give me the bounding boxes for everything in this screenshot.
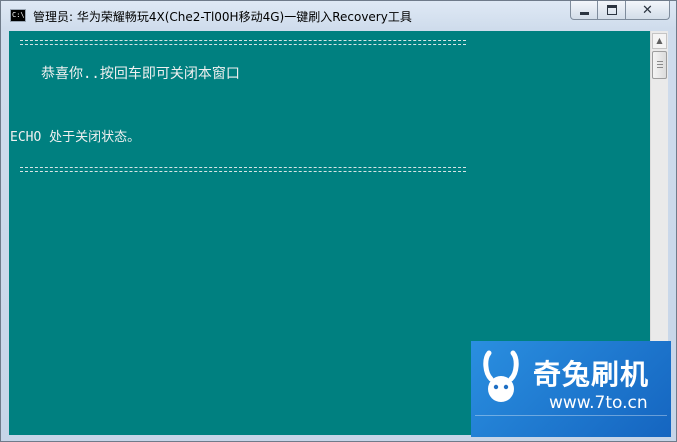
scroll-thumb[interactable] [652, 51, 667, 79]
watermark-divider [475, 415, 667, 416]
window-title: 管理员: 华为荣耀畅玩4X(Che2-Tl00H移动4G)一键刷入Recover… [33, 10, 412, 24]
scroll-up-button[interactable]: ▲ [652, 33, 667, 49]
console-app-icon-label: C:\ [12, 11, 25, 19]
separator-line-bottom [20, 167, 466, 172]
maximize-button[interactable] [598, 1, 626, 20]
watermark-badge: 奇兔刷机 www.7to.cn [471, 341, 671, 437]
grip-line [657, 64, 663, 65]
close-icon: ✕ [642, 2, 653, 18]
grip-line [657, 61, 663, 62]
minimize-button[interactable] [570, 1, 598, 20]
success-message: 恭喜你..按回车即可关闭本窗口 [41, 66, 240, 82]
console-window: C:\ 管理员: 华为荣耀畅玩4X(Che2-Tl00H移动4G)一键刷入Rec… [0, 0, 677, 442]
caption-buttons: ✕ [570, 1, 670, 21]
watermark-url: www.7to.cn [549, 393, 648, 413]
rabbit-logo-icon [483, 350, 519, 402]
title-bar[interactable]: C:\ 管理员: 华为荣耀畅玩4X(Che2-Tl00H移动4G)一键刷入Rec… [1, 1, 676, 31]
scroll-up-arrow-icon: ▲ [656, 36, 663, 45]
console-app-icon[interactable]: C:\ [10, 9, 26, 22]
minimize-icon [579, 11, 589, 15]
close-button[interactable]: ✕ [626, 1, 670, 20]
separator-line-top [20, 40, 466, 45]
watermark-brand-name: 奇兔刷机 [533, 358, 650, 391]
maximize-icon [606, 5, 617, 15]
grip-line [657, 67, 663, 68]
echo-status: ECHO 处于关闭状态。 [10, 130, 141, 145]
